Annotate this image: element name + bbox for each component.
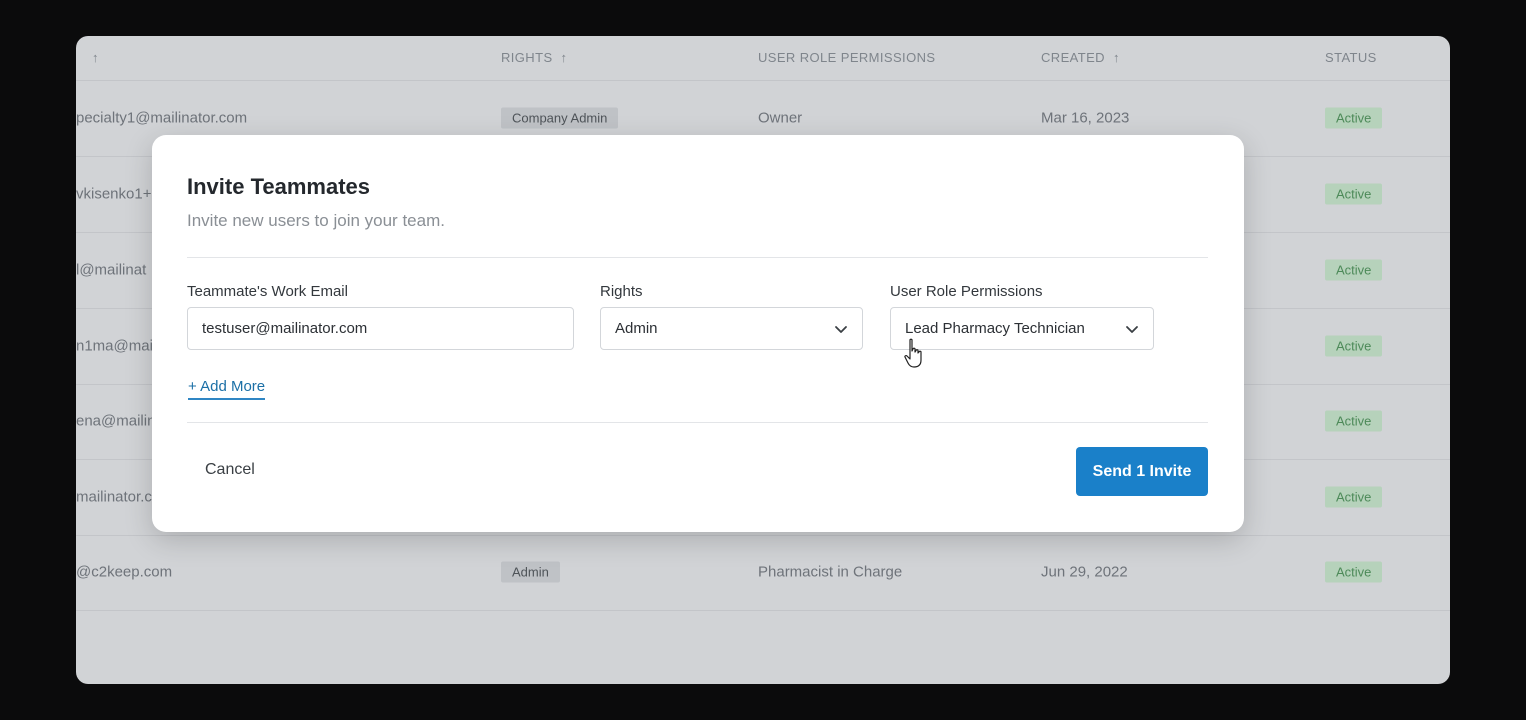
role-permissions-select[interactable]: Lead Pharmacy Technician — [890, 307, 1154, 350]
row-created: Mar 16, 2023 — [1041, 109, 1130, 127]
hand-cursor-icon — [904, 338, 922, 368]
chevron-down-icon — [1126, 325, 1138, 333]
email-column-header[interactable]: ↑ — [84, 50, 99, 65]
rights-select[interactable]: Admin — [600, 307, 863, 350]
role-field-label: User Role Permissions — [890, 283, 1043, 300]
send-invite-button[interactable]: Send 1 Invite — [1076, 447, 1208, 496]
email-field[interactable]: testuser@mailinator.com — [187, 307, 574, 350]
row-email: n1ma@mail — [76, 337, 157, 355]
created-column-header[interactable]: CREATED ↑ — [1041, 50, 1120, 65]
modal-title: Invite Teammates — [187, 174, 371, 199]
rights-badge: Company Admin — [501, 107, 619, 129]
status-badge: Active — [1325, 335, 1383, 357]
rights-badge: Admin — [501, 561, 560, 583]
row-email: @c2keep.com — [76, 563, 173, 581]
row-email: mailinator.c — [76, 488, 152, 506]
row-email: ena@mailin — [76, 412, 156, 430]
status-badge: Active — [1325, 183, 1383, 205]
role-column-header: USER ROLE PERMISSIONS — [758, 50, 936, 65]
rights-select-value: Admin — [615, 320, 658, 337]
table-row[interactable]: @c2keep.com Admin Pharmacist in Charge J… — [76, 534, 1450, 611]
row-role: Owner — [758, 109, 803, 127]
row-created: Jun 29, 2022 — [1041, 563, 1128, 581]
email-field-label: Teammate's Work Email — [187, 283, 348, 300]
row-role: Pharmacist in Charge — [758, 563, 903, 581]
row-email: l@mailinat — [76, 261, 147, 279]
invite-teammates-modal: Invite Teammates Invite new users to joi… — [152, 135, 1244, 532]
row-email: vkisenko1+ — [76, 185, 152, 203]
status-badge: Active — [1325, 107, 1383, 129]
modal-subtitle: Invite new users to join your team. — [187, 211, 445, 230]
role-select-value: Lead Pharmacy Technician — [905, 320, 1085, 337]
table-header: ↑ RIGHTS ↑ USER ROLE PERMISSIONS CREATED… — [76, 36, 1450, 81]
row-email: pecialty1@mailinator.com — [76, 109, 248, 127]
rights-column-header[interactable]: RIGHTS ↑ — [501, 50, 567, 65]
sort-arrow-icon[interactable]: ↑ — [1113, 50, 1120, 65]
status-badge: Active — [1325, 561, 1383, 583]
status-badge: Active — [1325, 259, 1383, 281]
divider — [187, 422, 1208, 423]
rights-field-label: Rights — [600, 283, 643, 300]
sort-arrow-icon[interactable]: ↑ — [92, 50, 99, 65]
status-column-header: STATUS — [1325, 50, 1377, 65]
sort-arrow-icon[interactable]: ↑ — [561, 50, 568, 65]
divider — [187, 257, 1208, 258]
chevron-down-icon — [835, 325, 847, 333]
email-field-value: testuser@mailinator.com — [202, 320, 368, 337]
status-badge: Active — [1325, 410, 1383, 432]
add-more-link[interactable]: + Add More — [188, 378, 266, 400]
cancel-button[interactable]: Cancel — [205, 461, 255, 479]
status-badge: Active — [1325, 486, 1383, 508]
